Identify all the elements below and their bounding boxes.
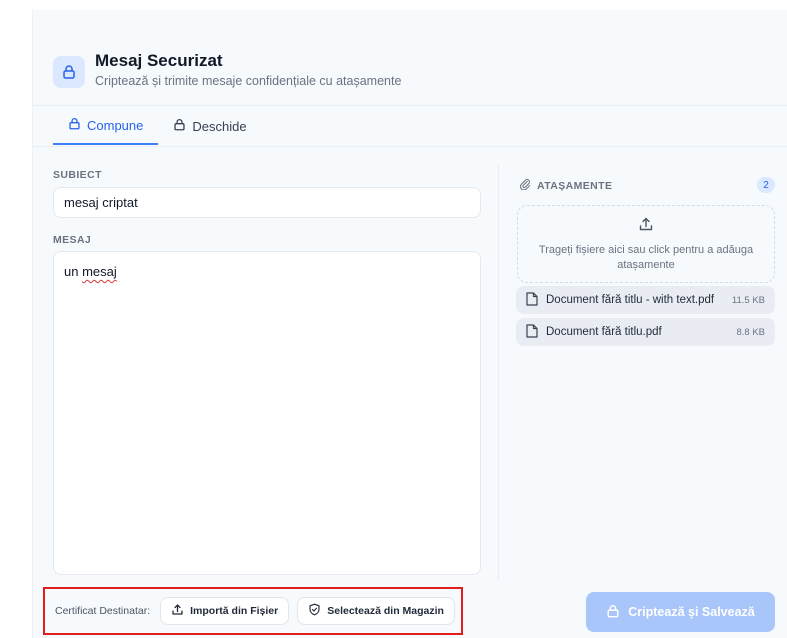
upload-icon — [171, 603, 184, 619]
button-label: Criptează și Salvează — [628, 605, 755, 619]
button-label: Selectează din Magazin — [327, 605, 444, 617]
lock-open-icon — [173, 118, 186, 134]
subject-label: SUBIECT — [53, 169, 102, 181]
tab-label: Deschide — [192, 118, 247, 134]
tabs-divider — [33, 146, 787, 147]
app-header: Mesaj Securizat Criptează și trimite mes… — [53, 50, 401, 100]
attachments-header: ATAȘAMENTE — [519, 178, 612, 193]
tab-bar: Compune Deschide — [53, 107, 262, 147]
dropzone-text: Trageți fișiere aici sau click pentru a … — [538, 243, 754, 271]
import-from-file-button[interactable]: Importă din Fișier — [160, 597, 290, 625]
attachment-item[interactable]: Document fără titlu.pdf 8.8 KB — [516, 318, 775, 346]
lock-open-icon — [68, 117, 81, 133]
message-misspelled-word: mesaj — [82, 264, 117, 279]
message-label: MESAJ — [53, 234, 92, 246]
certificate-toolbar: Certificat Destinatar: Importă din Fișie… — [43, 587, 463, 635]
select-from-store-button[interactable]: Selectează din Magazin — [297, 597, 455, 625]
shield-check-icon — [308, 603, 321, 619]
file-size: 8.8 KB — [736, 326, 765, 338]
attachment-item[interactable]: Document fără titlu - with text.pdf 11.5… — [516, 286, 775, 314]
attachments-label: ATAȘAMENTE — [537, 179, 613, 192]
header-divider — [33, 105, 787, 106]
button-label: Importă din Fișier — [190, 605, 279, 617]
message-text: un — [64, 264, 83, 279]
paperclip-icon — [519, 178, 531, 193]
file-icon — [526, 291, 538, 309]
file-name: Document fără titlu - with text.pdf — [546, 294, 715, 306]
app-window: Mesaj Securizat Criptează și trimite mes… — [32, 10, 787, 638]
tab-compune[interactable]: Compune — [53, 107, 159, 145]
tab-label: Compune — [87, 117, 144, 133]
encrypt-and-save-button[interactable]: Criptează și Salvează — [586, 592, 775, 632]
file-size: 11.5 KB — [731, 294, 765, 306]
lock-open-icon — [606, 604, 620, 621]
tab-deschide[interactable]: Deschide — [158, 107, 261, 145]
lock-icon — [53, 56, 85, 88]
message-textarea[interactable]: un mesaj — [53, 251, 481, 575]
certificate-label: Certificat Destinatar: — [55, 605, 151, 617]
file-dropzone[interactable]: Trageți fișiere aici sau click pentru a … — [517, 205, 775, 283]
page-subtitle: Criptează și trimite mesaje confidențial… — [95, 74, 402, 88]
attachments-count-badge: 2 — [757, 177, 775, 193]
file-name: Document fără titlu.pdf — [546, 326, 662, 338]
subject-input[interactable]: mesaj criptat — [53, 187, 481, 218]
upload-icon — [638, 216, 654, 237]
file-icon — [526, 323, 538, 341]
page-title: Mesaj Securizat — [95, 51, 223, 70]
column-divider — [498, 165, 499, 580]
